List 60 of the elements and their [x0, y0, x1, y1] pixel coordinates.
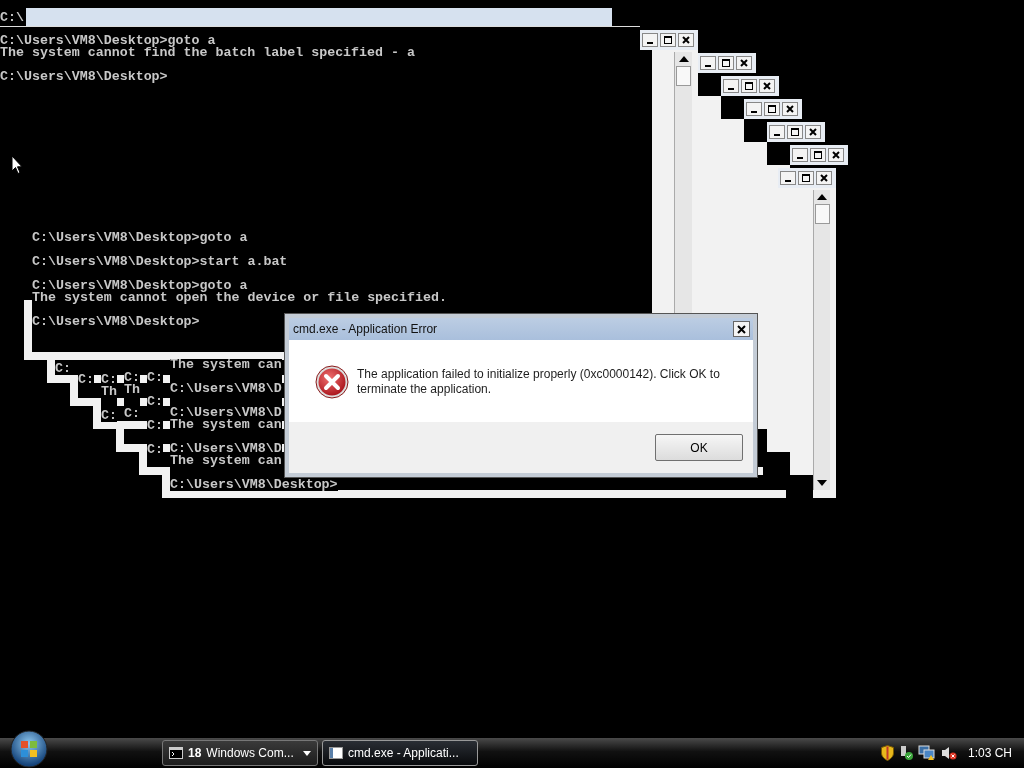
- maximize-button[interactable]: [741, 79, 757, 93]
- ok-button[interactable]: OK: [655, 434, 743, 461]
- minimize-button[interactable]: [723, 79, 739, 93]
- maximize-button[interactable]: [764, 102, 780, 116]
- maximize-button[interactable]: [798, 171, 814, 185]
- close-button[interactable]: [759, 79, 775, 93]
- close-icon: [682, 36, 690, 44]
- minimize-button[interactable]: [792, 148, 808, 162]
- maximize-icon: [745, 82, 753, 90]
- network-icon[interactable]: [917, 745, 936, 761]
- maximize-icon: [768, 105, 776, 113]
- scrollbar[interactable]: [813, 190, 830, 490]
- cursor-icon: [11, 155, 23, 175]
- error-icon: [315, 365, 349, 399]
- maximize-button[interactable]: [718, 56, 734, 70]
- maximize-icon: [722, 59, 730, 67]
- scroll-down-icon[interactable]: [817, 480, 827, 486]
- close-button[interactable]: [736, 56, 752, 70]
- shield-icon[interactable]: [880, 745, 894, 761]
- taskbar-button[interactable]: 18 Windows Com...: [162, 740, 318, 766]
- minimize-button[interactable]: [746, 102, 762, 116]
- speaker-muted-icon[interactable]: [940, 745, 957, 761]
- minimize-button[interactable]: [642, 33, 658, 47]
- console-icon: [169, 747, 183, 759]
- close-button[interactable]: [733, 321, 750, 337]
- minimize-button[interactable]: [700, 56, 716, 70]
- device-check-icon[interactable]: [898, 745, 913, 761]
- console-text: C:\: [0, 11, 24, 24]
- error-message: The application failed to initialize properly (0xc0000142). Click OK to terminate the application.: [357, 366, 721, 397]
- close-button[interactable]: [678, 33, 694, 47]
- minimize-button[interactable]: [769, 125, 785, 139]
- maximize-icon: [802, 174, 810, 182]
- minimize-button[interactable]: [780, 171, 796, 185]
- window-icon: [329, 747, 343, 759]
- dialog-title: cmd.exe - Application Error: [293, 322, 438, 336]
- close-button[interactable]: [805, 125, 821, 139]
- caret-icon: [303, 750, 311, 756]
- scroll-up-icon[interactable]: [678, 56, 689, 62]
- maximize-icon: [814, 151, 822, 159]
- close-icon: [786, 105, 794, 113]
- close-button[interactable]: [816, 171, 832, 185]
- close-button[interactable]: [828, 148, 844, 162]
- taskbar-button[interactable]: cmd.exe - Applicati...: [322, 740, 478, 766]
- maximize-button[interactable]: [787, 125, 803, 139]
- maximize-button[interactable]: [810, 148, 826, 162]
- maximize-icon: [664, 36, 672, 44]
- scroll-thumb[interactable]: [676, 66, 691, 86]
- close-button[interactable]: [782, 102, 798, 116]
- close-icon: [737, 324, 746, 334]
- close-icon: [763, 82, 771, 90]
- scroll-up-icon[interactable]: [817, 194, 827, 200]
- clock[interactable]: 1:03 CH: [967, 746, 1012, 760]
- maximize-button[interactable]: [660, 33, 676, 47]
- maximize-icon: [791, 128, 799, 136]
- scroll-thumb[interactable]: [814, 204, 830, 224]
- close-icon: [820, 174, 828, 182]
- close-icon: [740, 59, 748, 67]
- close-icon: [809, 128, 817, 136]
- start-button[interactable]: [9, 729, 49, 768]
- close-icon: [832, 151, 840, 159]
